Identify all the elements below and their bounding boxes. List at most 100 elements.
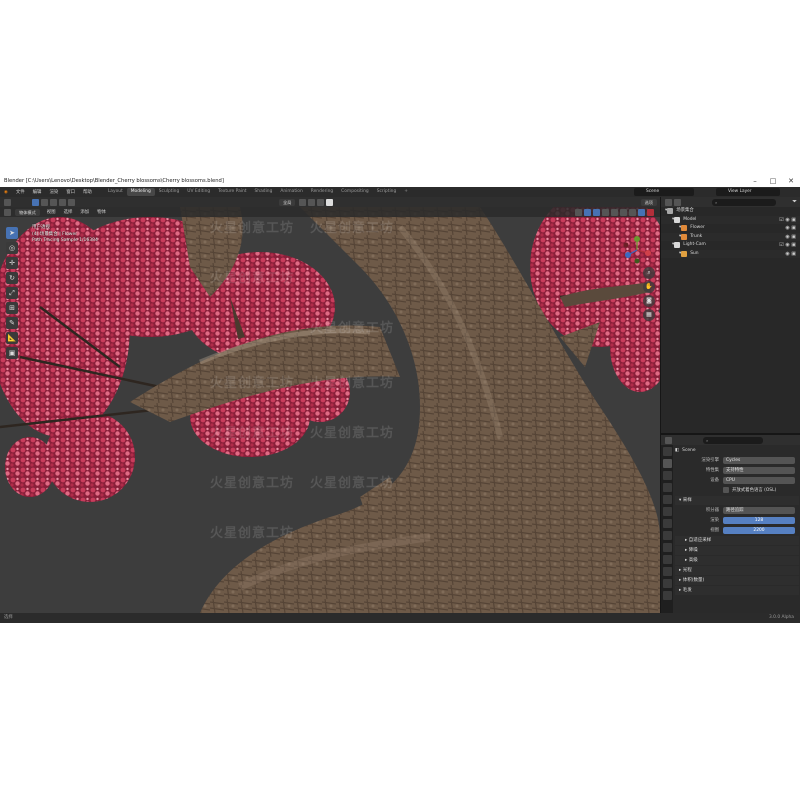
shading-color-icon[interactable] — [326, 198, 334, 206]
camera-view-icon[interactable]: ◙ — [643, 295, 655, 307]
tool-tab-icon[interactable] — [662, 446, 672, 456]
select-invert-icon[interactable] — [59, 198, 66, 206]
light-paths-section[interactable]: ▸ 光程 — [675, 566, 799, 575]
menu-object[interactable]: 物体 — [93, 209, 110, 215]
select-tool-icon[interactable]: ➤ — [6, 226, 18, 239]
tab-animation[interactable]: Animation — [276, 188, 306, 196]
menu-edit[interactable]: 编辑 — [29, 189, 46, 195]
overlay-toggle-icon[interactable] — [593, 208, 600, 216]
tab-modeling[interactable]: Modeling — [126, 188, 155, 196]
osl-checkbox[interactable] — [723, 487, 729, 493]
scene-selector[interactable]: Scene — [634, 188, 694, 196]
visibility-toggle-icon[interactable]: ☑ ◉ ▣ — [779, 216, 796, 225]
rotate-tool-icon[interactable]: ↻ — [6, 271, 18, 284]
visibility-toggle-icon[interactable]: ◉ ▣ — [785, 233, 796, 242]
menu-add[interactable]: 添加 — [76, 209, 93, 215]
minimize-button[interactable]: – — [746, 175, 764, 187]
close-button[interactable]: ✕ — [782, 175, 800, 187]
outliner-search-input[interactable]: ⌕ — [712, 198, 776, 206]
cursor-tool-icon[interactable]: ◎ — [6, 241, 18, 254]
editor-type-icon[interactable] — [4, 198, 11, 206]
select-box-icon[interactable] — [32, 198, 39, 206]
add-cube-tool-icon[interactable]: ▣ — [6, 346, 18, 359]
render-samples-field[interactable]: 128 — [723, 516, 795, 524]
properties-search-input[interactable]: ⌕ — [703, 436, 763, 444]
tab-sculpting[interactable]: Sculpting — [155, 188, 184, 196]
visibility-icon[interactable] — [575, 208, 582, 216]
visibility-toggle-icon[interactable]: ☑ ◉ ▣ — [779, 241, 796, 250]
proportional-edit-icon[interactable] — [317, 198, 325, 206]
tab-layout[interactable]: Layout — [104, 188, 127, 196]
properties-editor-icon[interactable] — [665, 436, 672, 444]
add-workspace-icon[interactable]: + — [400, 188, 412, 196]
shading-solid-icon[interactable] — [620, 208, 627, 216]
shading-options-icon[interactable] — [647, 208, 654, 216]
visibility-toggle-icon[interactable]: ◉ ▣ — [785, 250, 796, 259]
pivot-icon[interactable] — [299, 198, 307, 206]
outliner-editor-icon[interactable] — [665, 198, 672, 206]
shading-material-icon[interactable] — [629, 208, 636, 216]
device-select[interactable]: CPU — [723, 476, 795, 484]
tab-shading[interactable]: Shading — [251, 188, 277, 196]
outliner-item[interactable]: ▾ Light-Cam ☑ ◉ ▣ — [661, 241, 800, 250]
render-tab-icon[interactable] — [662, 458, 672, 468]
volumes-section[interactable]: ▸ 体积(数量) — [675, 576, 799, 585]
advanced-section[interactable]: ▸ 高级 — [675, 556, 799, 565]
filter-icon[interactable]: ⏷ — [792, 198, 797, 206]
select-subtract-icon[interactable] — [50, 198, 57, 206]
select-intersect-icon[interactable] — [68, 198, 75, 206]
outliner-item[interactable]: ▾ Trunk ◉ ▣ — [661, 232, 800, 242]
tab-scripting[interactable]: Scripting — [373, 188, 401, 196]
denoising-section[interactable]: ▸ 降噪 — [675, 546, 799, 555]
zoom-icon[interactable]: ⌕ — [643, 267, 655, 279]
output-tab-icon[interactable] — [662, 470, 672, 480]
pan-hand-icon[interactable]: ✋ — [643, 281, 655, 293]
world-tab-icon[interactable] — [662, 506, 672, 516]
menu-select[interactable]: 选择 — [60, 209, 77, 215]
xray-icon[interactable] — [602, 208, 609, 216]
adaptive-sampling-section[interactable]: ▸ 自适应采样 — [675, 536, 799, 545]
menu-file[interactable]: 文件 — [12, 189, 29, 195]
shading-wire-icon[interactable] — [611, 208, 618, 216]
options-dropdown[interactable]: 选项 — [640, 198, 657, 206]
select-extend-icon[interactable] — [41, 198, 48, 206]
tab-rendering[interactable]: Rendering — [307, 188, 337, 196]
viewport-samples-field[interactable]: 2200 — [723, 526, 795, 534]
physics-tab-icon[interactable] — [662, 554, 672, 564]
material-tab-icon[interactable] — [662, 590, 672, 600]
annotate-tool-icon[interactable]: ✎ — [6, 316, 18, 329]
constraints-tab-icon[interactable] — [662, 566, 672, 576]
outliner-item[interactable]: ▾ 场景集合 — [661, 207, 800, 216]
data-tab-icon[interactable] — [662, 578, 672, 588]
scale-tool-icon[interactable]: ⤢ — [6, 286, 18, 299]
tab-texture-paint[interactable]: Texture Paint — [214, 188, 250, 196]
menu-help[interactable]: 帮助 — [79, 189, 96, 195]
outliner-item[interactable]: ▾ Model ☑ ◉ ▣ — [661, 215, 800, 225]
transform-tool-icon[interactable]: ⊞ — [6, 301, 18, 314]
transform-orientation[interactable]: 全局 — [279, 198, 296, 206]
gizmo-toggle-icon[interactable] — [584, 208, 591, 216]
view-layer-selector[interactable]: View Layer — [716, 188, 780, 196]
object-tab-icon[interactable] — [662, 518, 672, 528]
integrator-select[interactable]: 路径追踪 — [723, 506, 795, 514]
display-mode-icon[interactable] — [674, 198, 681, 206]
outliner-item[interactable]: ▾ Flower ◉ ▣ — [661, 224, 800, 233]
particles-tab-icon[interactable] — [662, 542, 672, 552]
shading-rendered-icon[interactable] — [638, 208, 645, 216]
outliner-item[interactable]: ▾ Sun ◉ ▣ — [661, 249, 800, 259]
maximize-button[interactable]: □ — [764, 175, 782, 187]
tab-compositing[interactable]: Compositing — [337, 188, 373, 196]
modifier-tab-icon[interactable] — [662, 530, 672, 540]
sampling-section-header[interactable]: ▾ 采样 — [675, 496, 799, 505]
visibility-toggle-icon[interactable]: ◉ ▣ — [785, 224, 796, 233]
menu-window[interactable]: 窗口 — [62, 189, 79, 195]
feature-set-select[interactable]: 支持特性 — [723, 466, 795, 474]
mode-icon[interactable] — [4, 208, 11, 216]
scene-tab-icon[interactable] — [662, 494, 672, 504]
measure-tool-icon[interactable]: 📐 — [6, 331, 18, 344]
mode-selector[interactable]: 物体模式 — [15, 208, 40, 216]
navigation-gizmo[interactable] — [622, 235, 652, 265]
view-layer-tab-icon[interactable] — [662, 482, 672, 492]
hair-section[interactable]: ▸ 毛发 — [675, 586, 799, 595]
3d-viewport[interactable]: 火星创意工坊 火星创意工坊 火星创意工坊 火星创意工坊 火星创意工坊 火星创意工… — [0, 207, 660, 613]
